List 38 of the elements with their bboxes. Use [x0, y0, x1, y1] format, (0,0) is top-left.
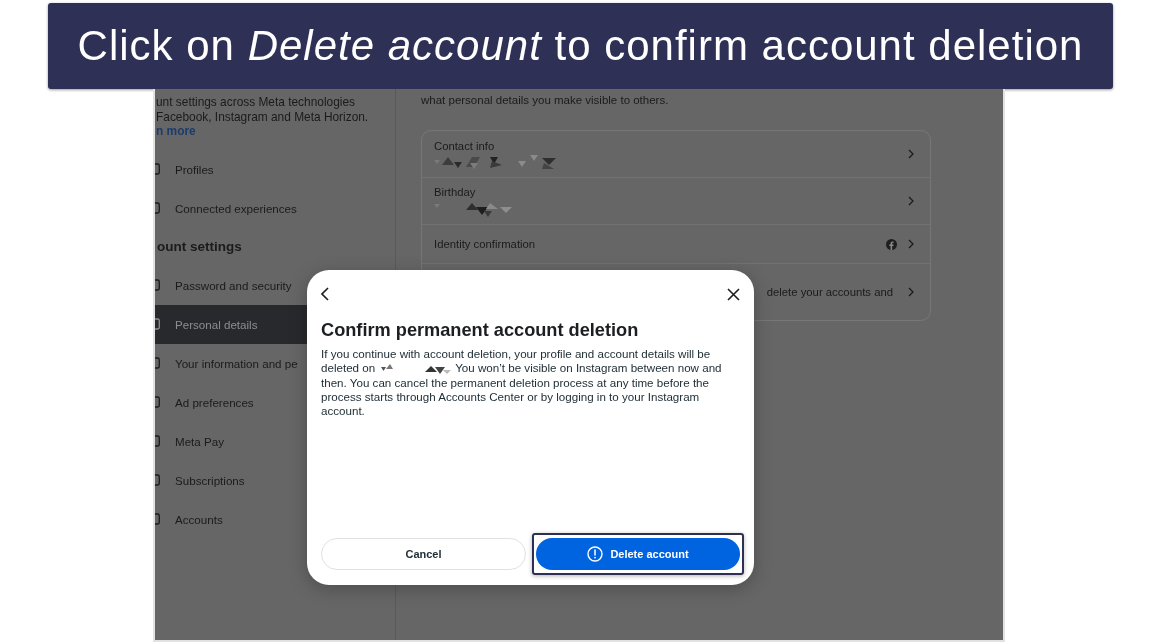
chevron-right-icon — [908, 239, 914, 249]
cropped-icon — [155, 435, 160, 447]
chevron-right-icon — [908, 287, 914, 297]
back-icon[interactable] — [321, 287, 329, 301]
close-icon[interactable] — [727, 287, 740, 301]
chevron-right-icon — [908, 196, 914, 206]
section-heading: ount settings — [156, 239, 242, 254]
sidebar-item[interactable]: Accounts — [155, 499, 395, 539]
delete-account-button[interactable]: Delete account — [536, 538, 740, 570]
cropped-icon — [155, 163, 160, 175]
settings-row[interactable]: Contact info — [422, 131, 930, 177]
sidebar-item[interactable]: Subscriptions — [155, 460, 395, 500]
cropped-icon — [155, 474, 160, 486]
cropped-icon — [155, 279, 160, 291]
banner-caption: Click on Delete account to confirm account deletion — [77, 22, 1084, 70]
cancel-button[interactable]: Cancel — [321, 538, 526, 570]
cropped-icon — [155, 202, 160, 214]
cropped-icon — [155, 396, 160, 408]
cropped-icon — [155, 357, 160, 369]
triangle-pattern-icon — [379, 364, 452, 375]
sidebar-description: Facebook, Instagram and Meta Horizon. — [155, 109, 369, 124]
sidebar-description: unt settings across Meta technologies — [155, 95, 355, 110]
settings-row[interactable]: Identity confirmation — [422, 224, 930, 263]
triangle-pattern-icon — [434, 200, 512, 217]
settings-row[interactable]: Birthday — [422, 177, 930, 224]
exclamation-circle-icon — [587, 546, 604, 562]
facebook-icon — [886, 238, 897, 250]
cropped-icon — [155, 513, 160, 525]
learn-more-link[interactable]: n more — [155, 124, 196, 139]
triangle-pattern-icon — [434, 154, 556, 169]
deletion-notice: If you continue with account deletion, your profile and account details will be deleted on You won’t be visible on Instagram between now and then. You can cancel the permanent deletion process at any time before the process starts through Accounts Center or by logging in to your Instagram account. — [321, 347, 723, 419]
cropped-icon — [155, 318, 160, 330]
sidebar-item[interactable]: Password and security — [155, 265, 395, 305]
intro-text: what personal details you make visible to others. — [421, 94, 669, 107]
sidebar-item[interactable]: Meta Pay — [155, 421, 395, 461]
sidebar-item[interactable]: Connected experiences — [155, 188, 395, 228]
sidebar-item[interactable]: Profiles — [155, 149, 395, 189]
chevron-right-icon — [908, 149, 914, 159]
